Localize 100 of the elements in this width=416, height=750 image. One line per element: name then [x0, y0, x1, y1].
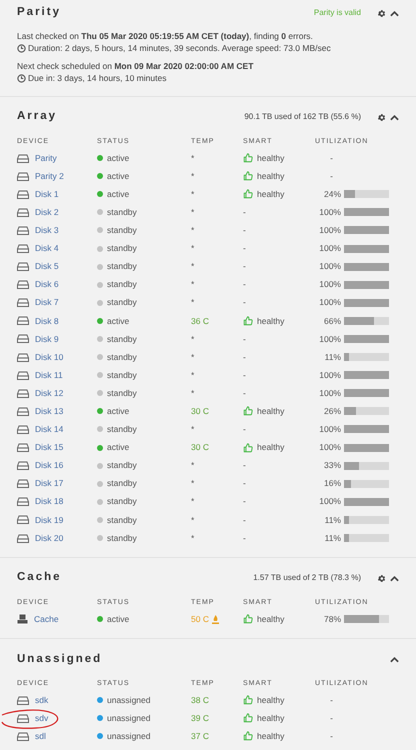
device-link[interactable]: Disk 16: [35, 459, 64, 472]
hard-drive-icon: [17, 479, 29, 488]
status-text: standby: [107, 514, 137, 526]
collapse-icon[interactable]: [390, 10, 399, 16]
device-link[interactable]: Disk 6: [35, 278, 59, 292]
device-link[interactable]: sdk: [35, 694, 48, 707]
status-text: standby: [107, 368, 137, 382]
device-link[interactable]: Disk 20: [35, 532, 64, 544]
utilization-bar: [344, 226, 389, 234]
temperature: *: [191, 278, 194, 292]
thumbs-up-icon: [243, 189, 253, 200]
device-link[interactable]: Cache: [34, 612, 59, 626]
utilization-value: 33%: [322, 459, 341, 472]
device-link[interactable]: Disk 13: [35, 404, 64, 418]
hard-drive-icon: [17, 154, 29, 163]
status-text: standby: [107, 350, 137, 364]
temperature: 30 C: [191, 404, 209, 418]
device-link[interactable]: Disk 3: [35, 224, 59, 237]
settings-icon[interactable]: [377, 112, 386, 122]
device-link[interactable]: Disk 7: [35, 296, 59, 310]
temperature: *: [191, 188, 194, 201]
status-text: standby: [107, 296, 137, 310]
device-link[interactable]: Parity 2: [35, 170, 64, 183]
hard-drive-icon: [17, 732, 29, 741]
smart-status: healthy: [257, 170, 284, 183]
temperature: *: [191, 423, 194, 436]
temperature: 50 C: [191, 612, 209, 626]
smart-status: -: [243, 423, 246, 436]
status-text: standby: [107, 260, 137, 273]
device-link[interactable]: Disk 14: [35, 423, 64, 436]
smart-status: -: [243, 459, 246, 472]
device-link[interactable]: sdv: [35, 712, 48, 725]
status-text: unassigned: [107, 694, 150, 707]
status-text: standby: [107, 224, 137, 237]
temperature: *: [191, 224, 194, 237]
device-link[interactable]: Disk 18: [35, 495, 64, 508]
smart-status: -: [243, 495, 246, 508]
utilization-bar: [344, 534, 389, 542]
smart-status: healthy: [257, 712, 284, 725]
smart-status: -: [243, 350, 246, 364]
utilization-bar: [344, 425, 389, 434]
temperature: *: [191, 532, 194, 544]
utilization-value: -: [329, 730, 333, 743]
status-text: standby: [107, 477, 137, 490]
utilization-bar: [344, 480, 389, 488]
hard-drive-icon: [17, 388, 29, 398]
temperature: *: [191, 495, 194, 508]
temperature: *: [191, 459, 194, 472]
device-link[interactable]: Disk 10: [35, 350, 64, 364]
utilization-value: 26%: [322, 404, 341, 418]
device-link[interactable]: Disk 12: [35, 386, 64, 400]
utilization-bar: [344, 462, 389, 470]
temperature: *: [191, 332, 194, 346]
device-link[interactable]: Disk 19: [35, 514, 64, 526]
device-link[interactable]: Disk 1: [35, 188, 59, 201]
status-text: active: [107, 170, 130, 183]
hard-drive-icon: [17, 280, 29, 290]
section-title: Parity: [17, 5, 61, 20]
parity-info: Duration: 2 days, 5 hours, 14 minutes, 39 seconds. Average speed: 73.0 MB/sec: [28, 42, 331, 54]
device-link[interactable]: sdl: [35, 730, 46, 743]
temperature: 30 C: [191, 441, 209, 454]
utilization-value: 16%: [322, 477, 341, 490]
hard-drive-icon: [17, 461, 29, 470]
utilization-value: 66%: [322, 314, 341, 328]
utilization-bar: [344, 244, 389, 253]
utilization-value: 100%: [318, 386, 341, 400]
smart-status: -: [243, 278, 246, 292]
device-link[interactable]: Disk 4: [35, 242, 59, 255]
utilization-value: 100%: [318, 332, 341, 346]
hard-drive-icon: [17, 443, 29, 452]
device-link[interactable]: Disk 9: [35, 332, 59, 346]
utilization-value: 11%: [324, 350, 341, 364]
utilization-value: 100%: [318, 206, 341, 219]
temperature: *: [191, 296, 194, 310]
utilization-value: 100%: [318, 296, 341, 310]
device-link[interactable]: Disk 11: [35, 368, 63, 382]
hard-drive-icon: [17, 424, 29, 434]
collapse-icon[interactable]: [390, 574, 399, 582]
device-link[interactable]: Parity: [35, 152, 57, 164]
settings-icon[interactable]: [377, 574, 386, 583]
status-text: unassigned: [107, 712, 150, 725]
smart-status: -: [243, 260, 246, 273]
temperature: *: [191, 170, 194, 183]
utilization-bar: [344, 190, 389, 198]
utilization-value: 100%: [318, 242, 341, 255]
temperature: *: [191, 368, 194, 382]
device-link[interactable]: Disk 17: [35, 477, 64, 490]
collapse-icon[interactable]: [390, 656, 399, 663]
device-link[interactable]: Disk 15: [35, 441, 64, 454]
settings-icon[interactable]: [377, 8, 386, 18]
hard-drive-icon: [17, 497, 29, 506]
temperature: *: [191, 350, 194, 364]
status-text: active: [107, 441, 130, 454]
device-link[interactable]: Disk 5: [35, 260, 59, 273]
thumbs-up-icon: [243, 731, 253, 742]
utilization-value: 100%: [318, 441, 341, 454]
device-link[interactable]: Disk 8: [35, 314, 59, 328]
device-link[interactable]: Disk 2: [35, 206, 59, 219]
collapse-icon[interactable]: [390, 114, 399, 120]
temperature: 39 C: [191, 712, 209, 725]
